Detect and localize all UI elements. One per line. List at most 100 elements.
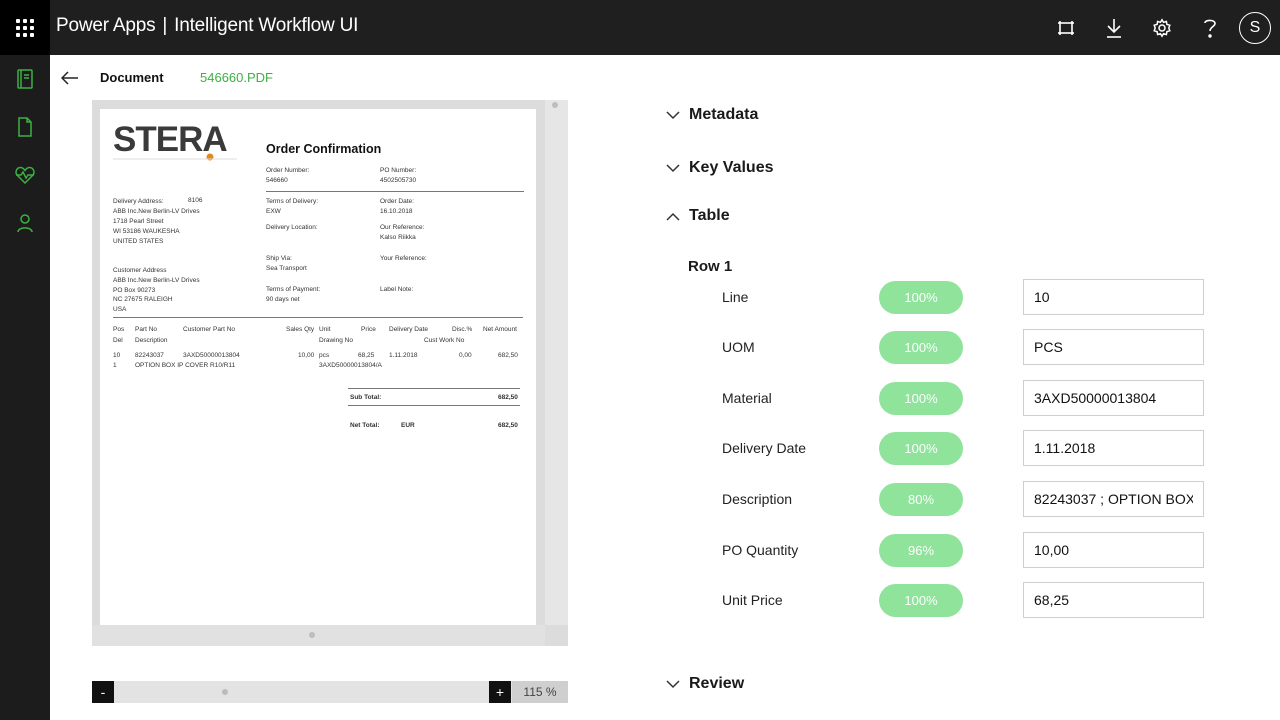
nav-item-documents[interactable] xyxy=(0,103,50,151)
chevron-up-icon xyxy=(664,207,682,225)
currency: EUR xyxy=(401,422,415,429)
po-number: 4502505730 xyxy=(380,177,417,184)
chevron-down-icon xyxy=(664,106,682,124)
heart-pulse-icon xyxy=(15,166,35,185)
our-reference: Kalso Riikka xyxy=(380,234,416,241)
delivery-address-line: WI 53186 WAUKESHA xyxy=(113,228,180,235)
back-button[interactable] xyxy=(58,66,82,90)
field-unit-price: Unit Price 100% xyxy=(0,582,1280,618)
field-value-input[interactable] xyxy=(1023,481,1204,517)
order-number-label: Order Number: xyxy=(266,167,310,174)
help-icon xyxy=(1204,19,1216,38)
user-avatar[interactable]: S xyxy=(1239,11,1271,44)
gear-icon xyxy=(1153,17,1171,38)
field-value-input[interactable] xyxy=(1023,430,1204,466)
stera-logo: STERA xyxy=(113,121,237,161)
chevron-down-icon xyxy=(664,159,682,177)
fit-screen-icon xyxy=(1058,20,1074,35)
section-review[interactable]: Review xyxy=(664,675,744,693)
zoom-slider-thumb[interactable] xyxy=(222,689,228,695)
horizontal-scrollbar[interactable] xyxy=(92,625,545,646)
top-actions: S xyxy=(1042,0,1280,55)
nav-item-user[interactable] xyxy=(0,199,50,247)
confidence-badge: 100% xyxy=(879,382,963,415)
section-key-values-label: Key Values xyxy=(689,159,774,176)
divider xyxy=(113,317,523,318)
brand-name: Power Apps xyxy=(56,15,156,36)
customer-address-label: Customer Address xyxy=(113,267,167,274)
app-title: Power Apps | Intelligent Workflow UI xyxy=(56,15,358,37)
field-name: UOM xyxy=(722,339,755,355)
zoom-in-button[interactable]: + xyxy=(489,681,511,703)
nav-item-notebook[interactable] xyxy=(0,55,50,103)
section-metadata-label: Metadata xyxy=(689,106,759,123)
field-po-quantity: PO Quantity 96% xyxy=(0,532,1280,568)
delivery-address-code: 8106 xyxy=(188,197,203,204)
delivery-address-line: UNITED STATES xyxy=(113,238,164,245)
zoom-out-button[interactable]: - xyxy=(92,681,114,703)
order-number: 546660 xyxy=(266,177,288,184)
person-icon xyxy=(17,214,33,233)
confidence-badge: 100% xyxy=(879,281,963,314)
divider xyxy=(266,191,524,192)
nettotal-label: Net Total: xyxy=(350,422,380,429)
confidence-badge: 100% xyxy=(879,432,963,465)
download-icon xyxy=(1107,18,1121,38)
field-delivery-date: Delivery Date 100% xyxy=(0,430,1280,466)
ship-via: Sea Transport xyxy=(266,265,307,272)
ship-via-label: Ship Via: xyxy=(266,255,292,262)
delivery-location-label: Delivery Location: xyxy=(266,224,318,231)
field-value-input[interactable] xyxy=(1023,329,1204,365)
horizontal-scroll-thumb[interactable] xyxy=(309,632,315,638)
order-date: 16.10.2018 xyxy=(380,208,413,215)
confidence-badge: 96% xyxy=(879,534,963,567)
zoom-level: 115 % xyxy=(512,681,568,703)
field-material: Material 100% xyxy=(0,380,1280,416)
notebook-icon xyxy=(17,69,33,89)
confidence-badge: 100% xyxy=(879,331,963,364)
field-name: Material xyxy=(722,390,772,406)
nettotal: 682,50 xyxy=(498,422,518,429)
po-number-label: PO Number: xyxy=(380,167,417,174)
document-filename[interactable]: 546660.PDF xyxy=(200,70,273,85)
section-table[interactable]: Table xyxy=(664,207,730,225)
field-value-input[interactable] xyxy=(1023,380,1204,416)
settings-button[interactable] xyxy=(1138,0,1186,55)
section-review-label: Review xyxy=(689,675,745,692)
terms-delivery: EXW xyxy=(266,208,281,215)
terms-delivery-label: Terms of Delivery: xyxy=(266,198,319,205)
section-key-values[interactable]: Key Values xyxy=(664,159,774,177)
back-arrow-icon xyxy=(61,71,78,85)
chevron-down-icon xyxy=(664,675,682,693)
field-name: Unit Price xyxy=(722,592,783,608)
fit-screen-button[interactable] xyxy=(1042,0,1090,55)
field-uom: UOM 100% xyxy=(0,329,1280,365)
field-value-input[interactable] xyxy=(1023,582,1204,618)
document-label: Document xyxy=(100,70,164,85)
field-name: Delivery Date xyxy=(722,440,807,456)
field-name: PO Quantity xyxy=(722,542,799,558)
app-launcher-button[interactable] xyxy=(0,0,50,55)
section-table-label: Table xyxy=(689,207,730,224)
field-name: Line xyxy=(722,289,749,305)
section-metadata[interactable]: Metadata xyxy=(664,106,758,124)
delivery-address-line: ABB Inc.New Berlin-LV Drives xyxy=(113,208,200,215)
your-reference-label: Your Reference: xyxy=(380,255,427,262)
svg-text:STERA: STERA xyxy=(113,121,227,159)
field-value-input[interactable] xyxy=(1023,532,1204,568)
waffle-icon xyxy=(16,18,34,37)
delivery-address-label: Delivery Address: xyxy=(113,198,164,205)
our-reference-label: Our Reference: xyxy=(380,224,425,231)
field-description: Description 80% xyxy=(0,481,1280,517)
top-bar: Power Apps | Intelligent Workflow UI S xyxy=(0,0,1280,55)
field-value-input[interactable] xyxy=(1023,279,1204,315)
nav-item-health[interactable] xyxy=(0,151,50,199)
order-title: Order Confirmation xyxy=(266,142,382,156)
confidence-badge: 80% xyxy=(879,483,963,516)
document-icon xyxy=(18,117,32,137)
vertical-scroll-thumb[interactable] xyxy=(552,102,558,108)
download-button[interactable] xyxy=(1090,0,1138,55)
help-button[interactable] xyxy=(1186,0,1234,55)
field-name: Description xyxy=(722,491,793,507)
confidence-badge: 100% xyxy=(879,584,963,617)
